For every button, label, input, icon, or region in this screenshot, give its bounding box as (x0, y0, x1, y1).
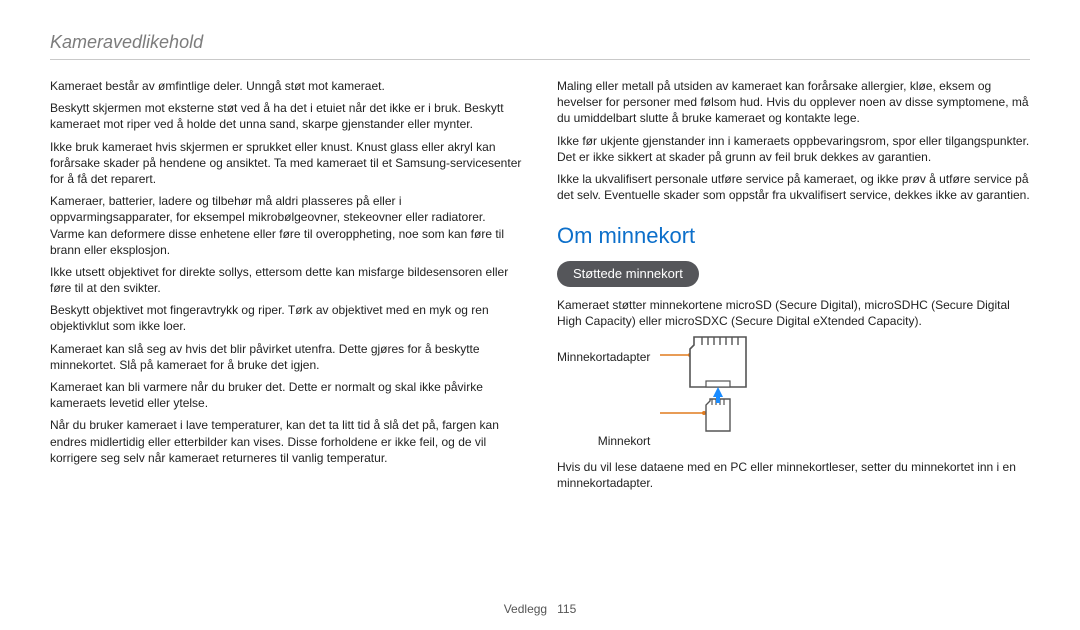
body-text: Kameraet består av ømfintlige deler. Unn… (50, 78, 523, 94)
subsection-pill: Støttede minnekort (557, 261, 699, 287)
body-text: Kameraet kan bli varmere når du bruker d… (50, 379, 523, 411)
right-column: Maling eller metall på utsiden av kamera… (557, 78, 1030, 497)
body-text: Kameraet støtter minnekortene microSD (S… (557, 297, 1030, 329)
left-column: Kameraet består av ømfintlige deler. Unn… (50, 78, 523, 497)
body-text: Maling eller metall på utsiden av kamera… (557, 78, 1030, 127)
body-text: Beskytt skjermen mot eksterne støt ved å… (50, 100, 523, 132)
footer-section: Vedlegg (504, 602, 547, 616)
diagram-label-card: Minnekort (557, 433, 650, 449)
body-text: Ikke utsett objektivet for direkte solly… (50, 264, 523, 296)
footer-page-number: 115 (557, 602, 576, 616)
body-text: Ikke før ukjente gjenstander inn i kamer… (557, 133, 1030, 165)
section-heading: Om minnekort (557, 221, 1030, 251)
page-footer: Vedlegg 115 (0, 602, 1080, 616)
body-text: Ikke bruk kameraet hvis skjermen er spru… (50, 139, 523, 188)
body-text: Kameraer, batterier, ladere og tilbehør … (50, 193, 523, 258)
body-text: Når du bruker kameraet i lave temperatur… (50, 417, 523, 466)
body-text: Beskytt objektivet mot fingeravtrykk og … (50, 302, 523, 334)
page-title: Kameravedlikehold (50, 32, 1030, 53)
sd-card-icon (660, 335, 790, 445)
body-text: Ikke la ukvalifisert personale utføre se… (557, 171, 1030, 203)
diagram-label-adapter: Minnekortadapter (557, 349, 650, 365)
memory-card-diagram: Minnekortadapter Minnekort (557, 335, 1030, 449)
body-text: Hvis du vil lese dataene med en PC eller… (557, 459, 1030, 491)
body-text: Kameraet kan slå seg av hvis det blir på… (50, 341, 523, 373)
